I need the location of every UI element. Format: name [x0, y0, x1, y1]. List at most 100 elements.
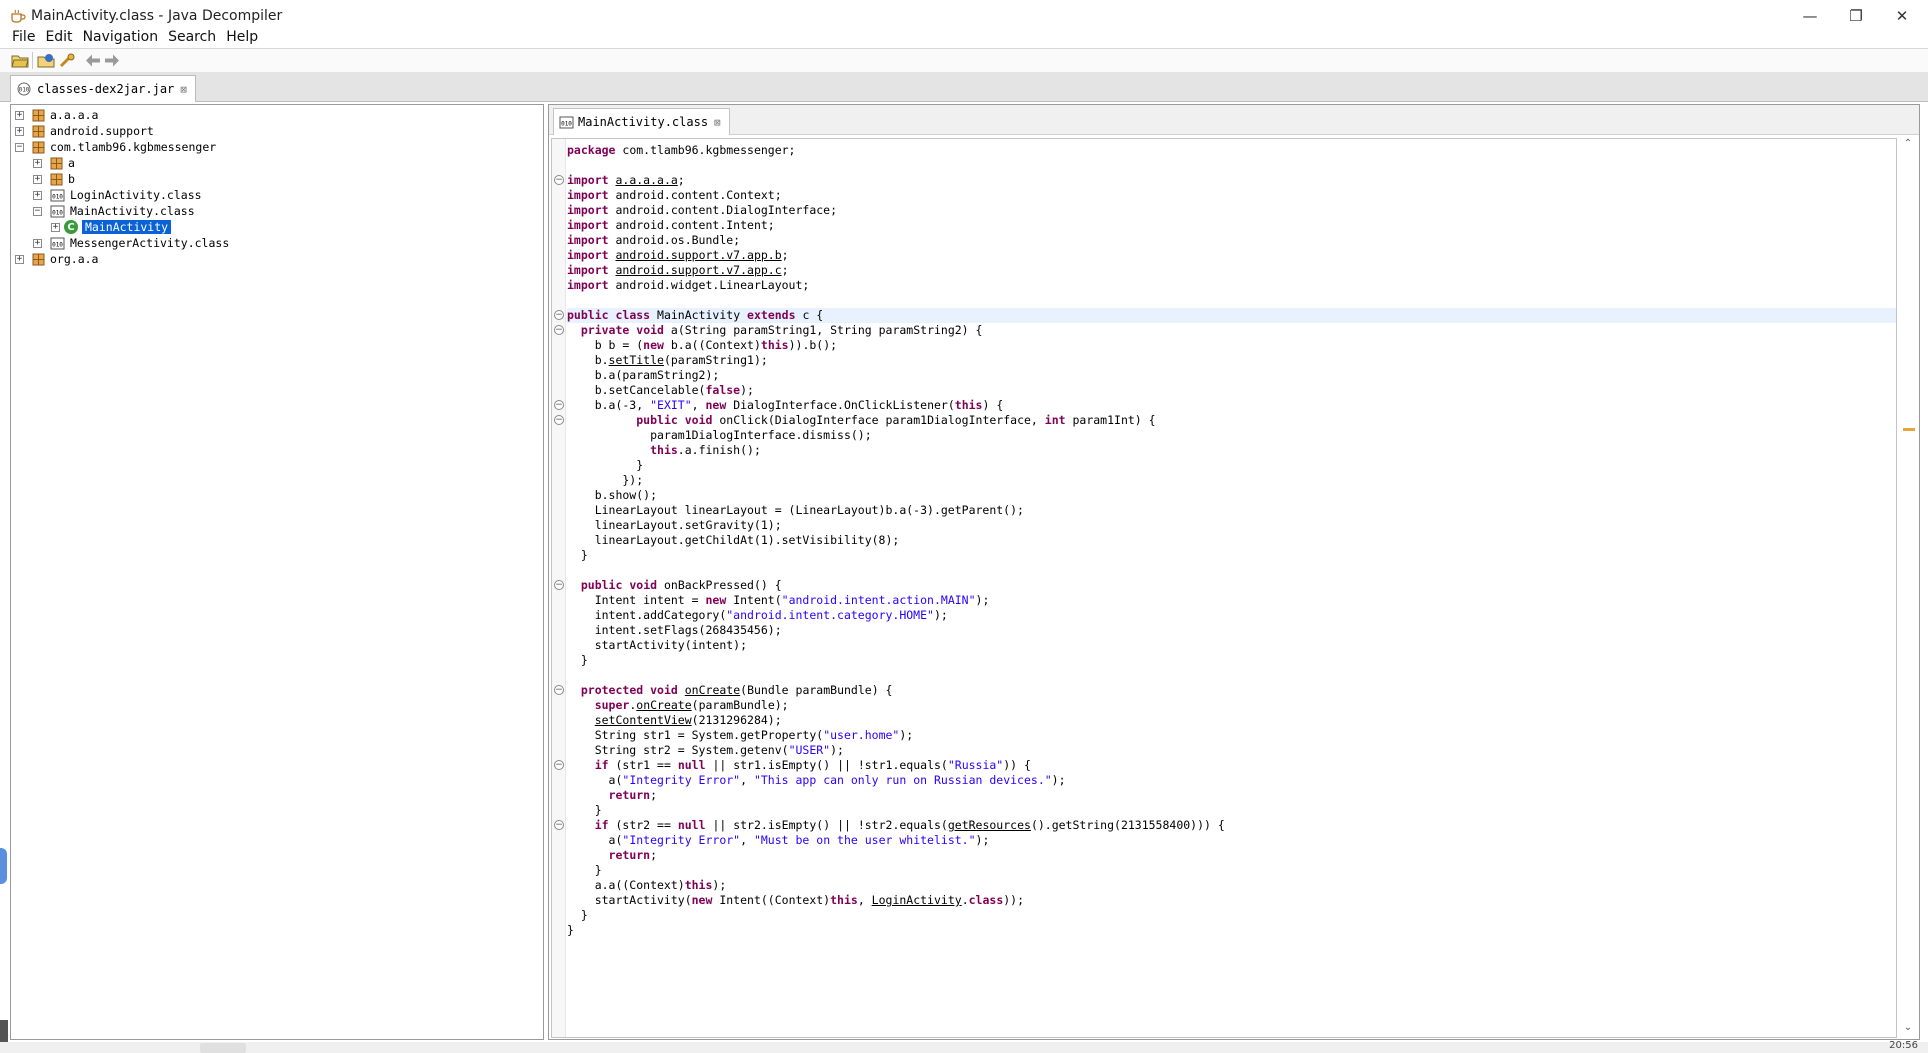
expand-icon[interactable]: + — [33, 158, 42, 168]
expand-icon[interactable]: + — [33, 174, 42, 184]
tree-node-b[interactable]: + b — [33, 171, 75, 187]
fold-toggle-icon[interactable]: − — [554, 760, 564, 770]
bottom-dock-handle[interactable] — [0, 1020, 8, 1042]
code-line[interactable]: if (str1 == null || str1.isEmpty() || !s… — [567, 758, 1896, 773]
tree-node-messengeractivity-class[interactable]: + 010 MessengerActivity.class — [33, 235, 229, 251]
code-line[interactable]: LinearLayout linearLayout = (LinearLayou… — [567, 503, 1896, 518]
code-line[interactable]: } — [567, 803, 1896, 818]
code-line[interactable]: import a.a.a.a.a; — [567, 173, 1896, 188]
code-line[interactable]: setContentView(2131296284); — [567, 713, 1896, 728]
fold-toggle-icon[interactable]: − — [554, 400, 564, 410]
fold-toggle-icon[interactable]: − — [554, 580, 564, 590]
close-tab-icon[interactable]: ⊠ — [180, 83, 187, 96]
code-line[interactable] — [567, 563, 1896, 578]
code-line[interactable]: b.setCancelable(false); — [567, 383, 1896, 398]
menu-search[interactable]: Search — [168, 28, 224, 48]
code-line[interactable]: private void a(String paramString1, Stri… — [567, 323, 1896, 338]
code-line[interactable]: } — [567, 653, 1896, 668]
code-line[interactable]: import android.support.v7.app.b; — [567, 248, 1896, 263]
file-tab-classes-dex2jar[interactable]: 010 classes-dex2jar.jar ⊠ — [10, 75, 196, 102]
vertical-scrollbar[interactable]: ⌃ ⌄ — [1899, 138, 1917, 1038]
expand-icon[interactable]: + — [15, 126, 24, 136]
scroll-down-icon[interactable]: ⌄ — [1899, 1022, 1917, 1038]
open-type-icon[interactable] — [37, 52, 55, 69]
code-line[interactable]: b.a(paramString2); — [567, 368, 1896, 383]
code-line[interactable]: String str2 = System.getenv("USER"); — [567, 743, 1896, 758]
code-line[interactable]: linearLayout.setGravity(1); — [567, 518, 1896, 533]
code-line[interactable]: import android.content.DialogInterface; — [567, 203, 1896, 218]
search-icon[interactable] — [58, 52, 76, 69]
side-dock-handle[interactable] — [0, 848, 7, 884]
code-line[interactable]: return; — [567, 788, 1896, 803]
expand-icon[interactable]: + — [15, 254, 24, 264]
code-line[interactable]: protected void onCreate(Bundle paramBund… — [567, 683, 1896, 698]
code-line[interactable]: public void onClick(DialogInterface para… — [567, 413, 1896, 428]
forward-arrow-icon[interactable] — [103, 52, 121, 69]
menu-help[interactable]: Help — [226, 28, 266, 48]
code-line[interactable]: package com.tlamb96.kgbmessenger; — [567, 143, 1896, 158]
tree-node-mainactivity-type[interactable]: + C MainActivity — [51, 219, 172, 235]
code-line[interactable]: param1DialogInterface.dismiss(); — [567, 428, 1896, 443]
code-line[interactable]: }); — [567, 473, 1896, 488]
tree-node-mainactivity-class[interactable]: − 010 MainActivity.class — [33, 203, 195, 219]
code-line[interactable]: b.setTitle(paramString1); — [567, 353, 1896, 368]
tree-node-loginactivity-class[interactable]: + 010 LoginActivity.class — [33, 187, 202, 203]
code-line[interactable]: b b = (new b.a((Context)this)).b(); — [567, 338, 1896, 353]
menu-edit[interactable]: Edit — [45, 28, 80, 48]
close-tab-icon[interactable]: ⊠ — [714, 116, 721, 129]
code-line[interactable]: } — [567, 548, 1896, 563]
fold-toggle-icon[interactable]: − — [554, 175, 564, 185]
code-view[interactable]: − − − − − − − − − package com.tlamb96.kgbmesseng… — [551, 138, 1897, 1038]
code-line[interactable]: super.onCreate(paramBundle); — [567, 698, 1896, 713]
code-line[interactable]: } — [567, 923, 1896, 938]
code-line[interactable]: return; — [567, 848, 1896, 863]
collapse-icon[interactable]: − — [33, 206, 42, 216]
code-line[interactable]: public void onBackPressed() { — [567, 578, 1896, 593]
scroll-up-icon[interactable]: ⌃ — [1899, 138, 1917, 154]
code-line[interactable]: linearLayout.getChildAt(1).setVisibility… — [567, 533, 1896, 548]
code-line[interactable]: startActivity(intent); — [567, 638, 1896, 653]
code-line[interactable]: a("Integrity Error", "Must be on the use… — [567, 833, 1896, 848]
fold-toggle-icon[interactable]: − — [554, 685, 564, 695]
code-line[interactable]: b.show(); — [567, 488, 1896, 503]
menu-file[interactable]: File — [12, 28, 43, 48]
fold-toggle-icon[interactable]: − — [554, 820, 564, 830]
code-line[interactable]: this.a.finish(); — [567, 443, 1896, 458]
code-line[interactable]: startActivity(new Intent((Context)this, … — [567, 893, 1896, 908]
editor-tab-mainactivity[interactable]: 010 MainActivity.class ⊠ — [553, 108, 730, 135]
code-line[interactable]: intent.addCategory("android.intent.categ… — [567, 608, 1896, 623]
open-file-icon[interactable] — [11, 52, 29, 69]
fold-toggle-icon[interactable]: − — [554, 325, 564, 335]
code-line[interactable] — [567, 293, 1896, 308]
code-line[interactable]: a.a((Context)this); — [567, 878, 1896, 893]
expand-icon[interactable]: + — [33, 238, 42, 248]
code-line[interactable]: import android.widget.LinearLayout; — [567, 278, 1896, 293]
tree-node-com-tlamb96-kgbmessenger[interactable]: − com.tlamb96.kgbmessenger — [15, 139, 216, 155]
code-line[interactable]: import android.support.v7.app.c; — [567, 263, 1896, 278]
code-line[interactable]: a("Integrity Error", "This app can only … — [567, 773, 1896, 788]
tree-node-a[interactable]: + a — [33, 155, 75, 171]
code-line[interactable]: intent.setFlags(268435456); — [567, 623, 1896, 638]
code-line[interactable]: import android.os.Bundle; — [567, 233, 1896, 248]
expand-icon[interactable]: + — [15, 110, 24, 120]
tree-node-android-support[interactable]: + android.support — [15, 123, 154, 139]
code-line[interactable]: String str1 = System.getProperty("user.h… — [567, 728, 1896, 743]
code-line[interactable]: Intent intent = new Intent("android.inte… — [567, 593, 1896, 608]
code-line[interactable]: import android.content.Context; — [567, 188, 1896, 203]
code-line[interactable]: public class MainActivity extends c { — [567, 308, 1896, 323]
code-line[interactable]: } — [567, 458, 1896, 473]
back-arrow-icon[interactable] — [84, 52, 102, 69]
collapse-icon[interactable]: − — [15, 142, 24, 152]
code-line[interactable]: } — [567, 908, 1896, 923]
code-line[interactable]: } — [567, 863, 1896, 878]
code-line[interactable]: if (str2 == null || str2.isEmpty() || !s… — [567, 818, 1896, 833]
code-line[interactable] — [567, 668, 1896, 683]
overview-marker[interactable] — [1903, 428, 1915, 431]
fold-toggle-icon[interactable]: − — [554, 415, 564, 425]
code-line[interactable]: b.a(-3, "EXIT", new DialogInterface.OnCl… — [567, 398, 1896, 413]
code-line[interactable]: import android.content.Intent; — [567, 218, 1896, 233]
tree-node-a-a-a-a[interactable]: + a.a.a.a — [15, 107, 98, 123]
expand-icon[interactable]: + — [33, 190, 42, 200]
code-line[interactable] — [567, 158, 1896, 173]
expand-icon[interactable]: + — [51, 222, 60, 232]
